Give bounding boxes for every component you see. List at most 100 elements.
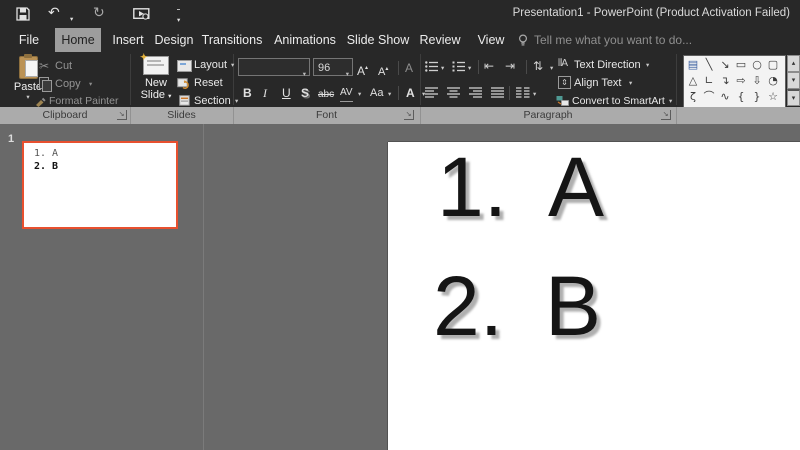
align-left-icon[interactable] [425, 87, 439, 98]
numbering-caret-icon[interactable]: ▾ [468, 65, 471, 72]
shape-line-arrow-icon[interactable]: ↘ [717, 57, 733, 73]
text-direction-button[interactable]: Text Direction [574, 57, 641, 73]
character-spacing-button[interactable]: AV [340, 85, 353, 102]
copy-dropdown-caret-icon[interactable]: ▾ [89, 81, 92, 88]
convert-smartart-caret-icon[interactable]: ▾ [669, 98, 672, 105]
cut-button[interactable]: Cut [55, 58, 72, 74]
grow-arrow-icon: ▴ [365, 64, 369, 71]
shape-triangle-icon[interactable]: △ [685, 73, 701, 89]
line-spacing-icon[interactable]: ⇅ [533, 59, 543, 73]
copy-icon[interactable] [39, 77, 52, 92]
increase-indent-icon[interactable]: ⇥ [505, 59, 515, 73]
tab-file[interactable]: File [10, 28, 48, 52]
new-slide-button[interactable]: ✦ New Slide ▾ [134, 52, 178, 102]
separator [526, 60, 527, 74]
shape-curve-icon[interactable]: ∿ [717, 89, 733, 105]
character-spacing-caret-icon[interactable]: ▾ [358, 91, 361, 98]
font-color-button[interactable]: A [406, 85, 415, 101]
shapes-scroll-up-button[interactable]: ▴ [787, 55, 800, 72]
shape-star-icon[interactable]: ☆ [765, 89, 781, 105]
bold-button[interactable]: B [243, 85, 252, 101]
undo-button[interactable]: ↶ [48, 5, 60, 22]
tab-animations[interactable]: Animations [271, 28, 339, 52]
shape-pie-icon[interactable]: ◔ [765, 73, 781, 89]
shape-text-box-icon[interactable]: ▤ [685, 57, 701, 73]
redo-button[interactable]: ↻ [93, 5, 105, 22]
combo-caret-icon[interactable]: ▾ [303, 65, 306, 83]
align-text-caret-icon[interactable]: ▾ [629, 80, 632, 87]
cut-icon[interactable]: ✂ [39, 59, 49, 73]
tab-transitions[interactable]: Transitions [199, 28, 265, 52]
strip-divider [233, 107, 234, 124]
change-case-caret-icon[interactable]: ▾ [388, 91, 391, 98]
font-name-combobox[interactable]: ▾ [238, 58, 310, 78]
bullets-icon[interactable] [425, 61, 439, 72]
shape-scribble-icon[interactable]: ζ [685, 89, 701, 105]
justify-icon[interactable] [491, 87, 505, 98]
save-icon[interactable] [16, 7, 30, 21]
columns-icon[interactable] [516, 87, 530, 98]
tab-slide-show[interactable]: Slide Show [345, 28, 411, 52]
section-dropdown-caret-icon[interactable]: ▾ [235, 98, 238, 105]
slide-thumbnail[interactable]: 1. A 2. B [22, 141, 178, 229]
text-direction-caret-icon[interactable]: ▾ [646, 62, 649, 69]
tell-me-lightbulb-icon [517, 34, 529, 47]
align-center-icon[interactable] [447, 87, 461, 98]
undo-dropdown-caret-icon[interactable]: ▾ [70, 11, 73, 28]
shape-rounded-rectangle-icon[interactable]: ▢ [765, 57, 781, 73]
slide-list-item-1[interactable]: 1. A [437, 145, 604, 229]
shape-elbow-connector-icon[interactable]: ∟ [701, 73, 717, 89]
decrease-indent-icon[interactable]: ⇤ [484, 59, 494, 73]
tab-insert[interactable]: Insert [107, 28, 149, 52]
copy-button[interactable]: Copy [55, 76, 81, 92]
clipboard-dialog-launcher-icon[interactable]: ↘ [117, 110, 127, 120]
numbering-icon[interactable] [452, 61, 466, 72]
italic-button[interactable]: I [263, 85, 267, 101]
bullets-caret-icon[interactable]: ▾ [441, 65, 444, 72]
shape-left-brace-icon[interactable]: { [733, 89, 749, 105]
strikethrough-button[interactable]: abc [318, 87, 334, 103]
paragraph-dialog-launcher-icon[interactable]: ↘ [661, 110, 671, 120]
layout-dropdown-caret-icon[interactable]: ▾ [231, 62, 234, 69]
grow-font-button[interactable]: A▴ [357, 60, 368, 79]
underline-button[interactable]: U [282, 85, 291, 101]
shape-arc-icon[interactable]: ⌒ [701, 89, 717, 105]
shape-oval-icon[interactable]: ○ [749, 57, 765, 73]
group-divider [420, 54, 421, 105]
line-spacing-caret-icon[interactable]: ▾ [550, 65, 553, 72]
shape-elbow-arrow-connector-icon[interactable]: ↴ [717, 73, 733, 89]
shape-down-arrow-icon[interactable]: ⇩ [749, 73, 765, 89]
font-size-combobox[interactable]: 96 ▾ [313, 58, 353, 78]
shapes-scroll-down-button[interactable]: ▾ [787, 72, 800, 89]
shapes-more-button[interactable]: ▾ [787, 89, 800, 106]
reset-button[interactable]: Reset [194, 75, 223, 91]
shrink-font-button[interactable]: A▴ [378, 61, 388, 80]
align-right-icon[interactable] [469, 87, 483, 98]
start-from-beginning-button[interactable] [133, 8, 150, 21]
dropdown-caret-icon: ▾ [168, 92, 172, 100]
slide-list-item-2[interactable]: 2. B [433, 264, 601, 348]
columns-caret-icon[interactable]: ▾ [533, 91, 536, 98]
tab-view[interactable]: View [472, 28, 510, 52]
format-painter-icon[interactable] [35, 95, 47, 107]
tab-design[interactable]: Design [151, 28, 197, 52]
thumbnail-text-line-2: 2. B [34, 161, 59, 172]
shape-rectangle-icon[interactable]: ▭ [733, 57, 749, 73]
tab-home[interactable]: Home [55, 28, 101, 52]
font-dialog-launcher-icon[interactable]: ↘ [404, 110, 414, 120]
shape-line-icon[interactable]: ╲ [701, 57, 717, 73]
title-bar: ↶ ▾ ↻ ▾ Presentation1 - PowerPoint (Prod… [0, 0, 800, 28]
paragraph-group-label: Paragraph [523, 109, 573, 121]
tab-review[interactable]: Review [416, 28, 464, 52]
text-shadow-button[interactable]: S [301, 85, 309, 101]
combo-caret-icon[interactable]: ▾ [346, 65, 349, 83]
shape-right-arrow-icon[interactable]: ⇨ [733, 73, 749, 89]
align-text-button[interactable]: Align Text [574, 75, 622, 91]
clear-formatting-button[interactable]: A [405, 60, 413, 76]
tell-me-box[interactable]: Tell me what you want to do... [534, 28, 692, 52]
change-case-button[interactable]: Aa [370, 85, 383, 101]
layout-button[interactable]: Layout [194, 57, 227, 73]
shape-right-brace-icon[interactable]: } [749, 89, 765, 105]
thumbnail-panel-divider[interactable] [203, 124, 204, 450]
customize-qat-caret-icon[interactable]: ▾ [177, 9, 181, 29]
